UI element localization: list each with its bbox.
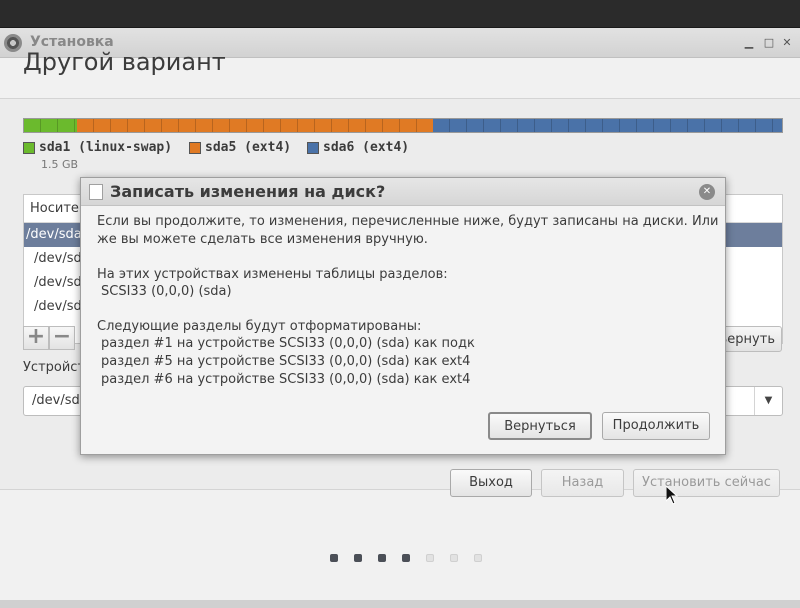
legend-label: sda6 (ext4): [323, 140, 410, 155]
legend-label: sda1 (linux-swap): [39, 140, 173, 155]
dialog-message-line: же вы можете сделать все изменения вручн…: [97, 232, 428, 247]
legend-swatch: [189, 141, 201, 154]
progress-dot: [402, 554, 410, 562]
partition-segment-sda5: [77, 119, 434, 132]
go-back-button[interactable]: Вернуться: [488, 412, 592, 440]
format-header: Следующие разделы будут отформатированы:: [97, 319, 422, 334]
continue-button[interactable]: Продолжить: [602, 412, 710, 440]
format-item: раздел #6 на устройстве SCSI33 (0,0,0) (…: [101, 372, 471, 387]
legend-item: sda1 (linux-swap) 1.5 GB: [23, 140, 173, 171]
minimize-icon[interactable]: ▁: [742, 36, 756, 50]
back-button[interactable]: Назад: [541, 469, 624, 497]
bootloader-label: Устройст: [23, 360, 86, 375]
bootloader-device-value: /dev/sd: [32, 393, 80, 408]
remove-partition-button[interactable]: −: [49, 326, 75, 350]
legend-swatch: [307, 141, 319, 154]
partition-bar: [23, 118, 783, 133]
partition-segment-sda6: [433, 119, 782, 132]
close-icon[interactable]: ✕: [699, 184, 715, 200]
install-now-button[interactable]: Установить сейчас: [633, 469, 780, 497]
write-changes-dialog: Записать изменения на диск? ✕ Если вы пр…: [80, 177, 726, 455]
legend-item: sda6 (ext4): [307, 140, 409, 155]
legend-label: sda5 (ext4): [205, 140, 292, 155]
legend-item: sda5 (ext4): [189, 140, 291, 155]
bottom-strip: [0, 600, 800, 608]
dialog-message-line: Если вы продолжите, то изменения, перечи…: [97, 214, 719, 229]
page-title: Другой вариант: [23, 48, 226, 76]
partition-tables-header: На этих устройствах изменены таблицы раз…: [97, 267, 448, 282]
progress-dot: [474, 554, 482, 562]
progress-dot: [378, 554, 386, 562]
top-panel: [0, 0, 800, 28]
progress-dot: [450, 554, 458, 562]
chevron-down-icon[interactable]: ▼: [754, 387, 782, 415]
maximize-icon[interactable]: □: [762, 36, 776, 50]
partition-segment-sda1: [24, 119, 78, 132]
dialog-title: Записать изменения на диск?: [110, 182, 386, 201]
dialog-titlebar: Записать изменения на диск? ✕: [81, 178, 725, 206]
installer-disc-icon: [4, 34, 22, 52]
format-item: раздел #1 на устройстве SCSI33 (0,0,0) (…: [101, 336, 475, 351]
legend-swatch: [23, 141, 35, 154]
progress-dot: [426, 554, 434, 562]
mouse-cursor-icon: [666, 486, 678, 505]
partition-tables-device: SCSI33 (0,0,0) (sda): [101, 284, 232, 299]
table-buttons: + −: [23, 326, 75, 350]
close-icon[interactable]: ✕: [780, 36, 794, 50]
format-item: раздел #5 на устройстве SCSI33 (0,0,0) (…: [101, 354, 471, 369]
partition-legend: sda1 (linux-swap) 1.5 GB sda5 (ext4) sda…: [23, 140, 783, 172]
add-partition-button[interactable]: +: [23, 326, 49, 350]
quit-button[interactable]: Выход: [450, 469, 532, 497]
progress-dot: [330, 554, 338, 562]
progress-dot: [354, 554, 362, 562]
dialog-window-icon: [89, 184, 103, 200]
progress-dots: [330, 554, 498, 562]
legend-size: 1.5 GB: [41, 158, 79, 171]
